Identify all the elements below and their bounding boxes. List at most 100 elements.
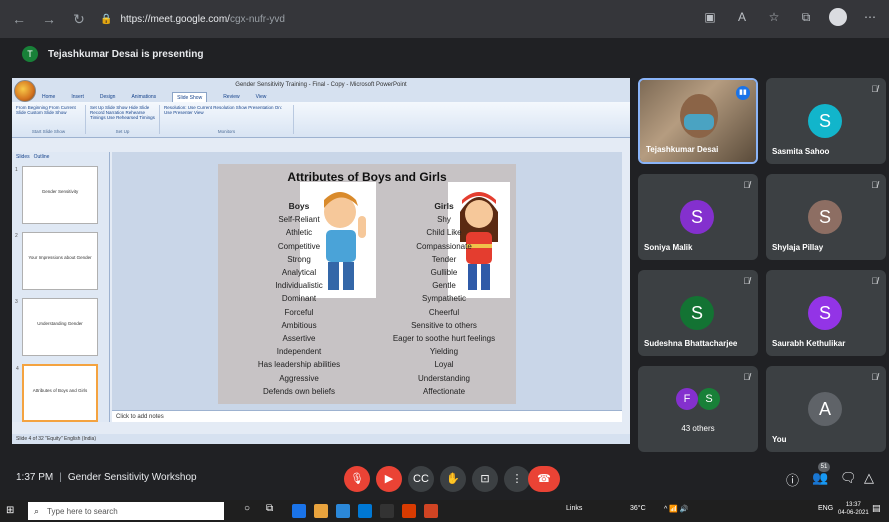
file-explorer-icon[interactable] [314, 504, 328, 518]
ribbon-group-items[interactable]: Set Up Slide Show Hide Slide Record Narr… [90, 105, 155, 120]
task-view-icon[interactable]: ⧉ [266, 503, 273, 514]
ribbon-tab[interactable]: Animations [131, 92, 156, 102]
ribbon-tab[interactable]: Review [223, 92, 239, 102]
slide-thumbnail[interactable]: 2 Your Impressions about Gender [15, 232, 98, 290]
participant-tile[interactable]: S 🎙̸ Soniya Malik [638, 174, 758, 260]
cortana-icon[interactable]: ○ [244, 503, 250, 514]
thumbnail-title: Gender Sensitivity [41, 189, 79, 194]
ribbon-group-label: Start Slide Show [31, 129, 66, 134]
url-path: cgx-nufr-yvd [229, 13, 285, 25]
presenter-avatar: T [22, 46, 38, 62]
participant-name: Sudeshna Bhattacharjee [644, 339, 738, 348]
boys-attribute: Forceful [284, 307, 314, 317]
ribbon-group-label: Set Up [115, 129, 130, 134]
back-icon[interactable]: ← [8, 8, 30, 30]
ribbon: From Beginning From Current Slide Custom… [12, 102, 630, 138]
activities-icon[interactable]: △ [864, 470, 874, 486]
profile-avatar[interactable] [829, 8, 847, 26]
lock-icon: 🔒 [100, 13, 113, 25]
boys-attribute: Assertive [282, 334, 316, 344]
address-bar[interactable]: 🔒 https://meet.google.com/cgx-nufr-yvd [100, 7, 660, 31]
face-mask [684, 114, 714, 130]
more-icon[interactable]: ⋯ [861, 8, 879, 26]
captions-icon[interactable]: CC [408, 466, 434, 492]
edge-app-icon[interactable] [292, 504, 306, 518]
girls-attribute: Loyal [434, 360, 454, 370]
ribbon-tab[interactable]: Insert [71, 92, 84, 102]
ribbon-tab[interactable]: Design [100, 92, 116, 102]
taskbar-clock[interactable]: 13:37 04-06-2021 [838, 501, 869, 517]
separator: | [59, 472, 62, 483]
meeting-time: 1:37 PM [16, 472, 54, 483]
tray-icons[interactable]: ^ 📶 🔊 [664, 505, 689, 513]
camera-icon[interactable]: ▣ [701, 8, 719, 26]
ribbon-group-items[interactable]: From Beginning From Current Slide Custom… [16, 105, 81, 115]
notification-icon[interactable]: ▤ [872, 503, 881, 514]
ribbon-tab[interactable]: Home [42, 92, 55, 102]
dropbox-app-icon[interactable] [358, 504, 372, 518]
boys-attributes: Boys Self-Reliant Athletic Competitive Stro… [238, 200, 360, 398]
participant-tile[interactable]: F S 🎙̸ 43 others [638, 366, 758, 452]
reading-mode-icon[interactable]: A [733, 8, 751, 26]
taskbar-search[interactable]: ⌕ Type here to search [28, 502, 224, 520]
office-button-icon[interactable] [14, 80, 36, 102]
others-avatar: S [698, 388, 720, 410]
mic-off-icon[interactable]: 🎙 [344, 466, 370, 492]
participant-tile[interactable]: S 🎙̸ Saurabh Kethulikar [766, 270, 886, 356]
search-placeholder: Type here to search [47, 506, 118, 516]
links-label[interactable]: Links [566, 505, 582, 512]
mic-muted-icon: 🎙̸ [871, 180, 878, 190]
boys-attribute: Defends own beliefs [262, 386, 336, 396]
chat-icon[interactable]: 🗨 [840, 470, 857, 486]
windows-start-icon[interactable]: ⊞ [6, 505, 18, 517]
people-icon[interactable]: 👥 [812, 470, 828, 486]
girls-attribute: Affectionate [422, 386, 466, 396]
ribbon-group-items[interactable]: Resolution: Use Current Resolution Show … [164, 105, 289, 115]
pane-tab[interactable]: Outline [34, 152, 50, 162]
ribbon-tab[interactable]: Slide Show [172, 92, 208, 102]
collections-icon[interactable]: ⧉ [797, 8, 815, 26]
participant-avatar: S [680, 200, 714, 234]
participant-tile[interactable]: ▮▮ Tejashkumar Desai [638, 78, 758, 164]
present-icon[interactable]: ⊡ [472, 466, 498, 492]
raise-hand-icon[interactable]: ✋ [440, 466, 466, 492]
weather-temp[interactable]: 36°C [630, 505, 646, 512]
camera-off-icon[interactable]: ▶ [376, 466, 402, 492]
leave-call-icon[interactable]: ☎ [528, 466, 560, 492]
app-icon[interactable] [380, 504, 394, 518]
favorite-star-icon[interactable]: ☆ [765, 8, 783, 26]
slides-pane: Slides Outline 1 Gender Sensitivity 2 Your I… [12, 152, 110, 422]
forward-icon[interactable]: → [38, 8, 60, 30]
slide-number: 4 [16, 366, 19, 372]
thumbnail-title: Attributes of Boys and Girls [32, 388, 88, 393]
participant-tile[interactable]: S 🎙̸ Sudeshna Bhattacharjee [638, 270, 758, 356]
girls-attribute: Yielding [429, 347, 459, 357]
thumbnail-title: Understanding Gender [37, 321, 83, 326]
slide-thumbnail[interactable]: 4 Attributes of Boys and Girls [16, 364, 98, 422]
slide-thumbnail[interactable]: 3 Understanding Gender [15, 298, 98, 356]
notes-pane[interactable]: Click to add notes [112, 410, 622, 422]
clock-date: 04-06-2021 [838, 510, 869, 516]
girls-attribute: Understanding [417, 373, 471, 383]
ribbon-tab[interactable]: View [256, 92, 267, 102]
info-icon[interactable]: ⓘ [786, 470, 799, 489]
mic-muted-icon: 🎙̸ [743, 372, 750, 382]
participant-name: Soniya Malik [644, 243, 693, 252]
mail-app-icon[interactable] [336, 504, 350, 518]
powerpoint-app-icon[interactable] [424, 504, 438, 518]
participant-name: Sasmita Sahoo [772, 147, 830, 156]
pane-tab[interactable]: Slides [16, 152, 30, 162]
participant-tile[interactable]: S 🎙̸ Sasmita Sahoo [766, 78, 886, 164]
participant-tile[interactable]: A 🎙̸ You [766, 366, 886, 452]
participant-tile[interactable]: S 🎙̸ Shylaja Pillay [766, 174, 886, 260]
participant-name: You [772, 435, 787, 444]
boys-attribute: Independent [276, 347, 322, 357]
reload-icon[interactable]: ↻ [68, 8, 90, 30]
speaking-indicator-icon: ▮▮ [736, 86, 750, 100]
boys-attribute: Analytical [281, 268, 317, 278]
more-options-icon[interactable]: ⋮ [504, 466, 530, 492]
office-app-icon[interactable] [402, 504, 416, 518]
boys-attribute: Competitive [277, 241, 321, 251]
language-indicator[interactable]: ENG [818, 505, 833, 512]
slide-thumbnail[interactable]: 1 Gender Sensitivity [15, 166, 98, 224]
